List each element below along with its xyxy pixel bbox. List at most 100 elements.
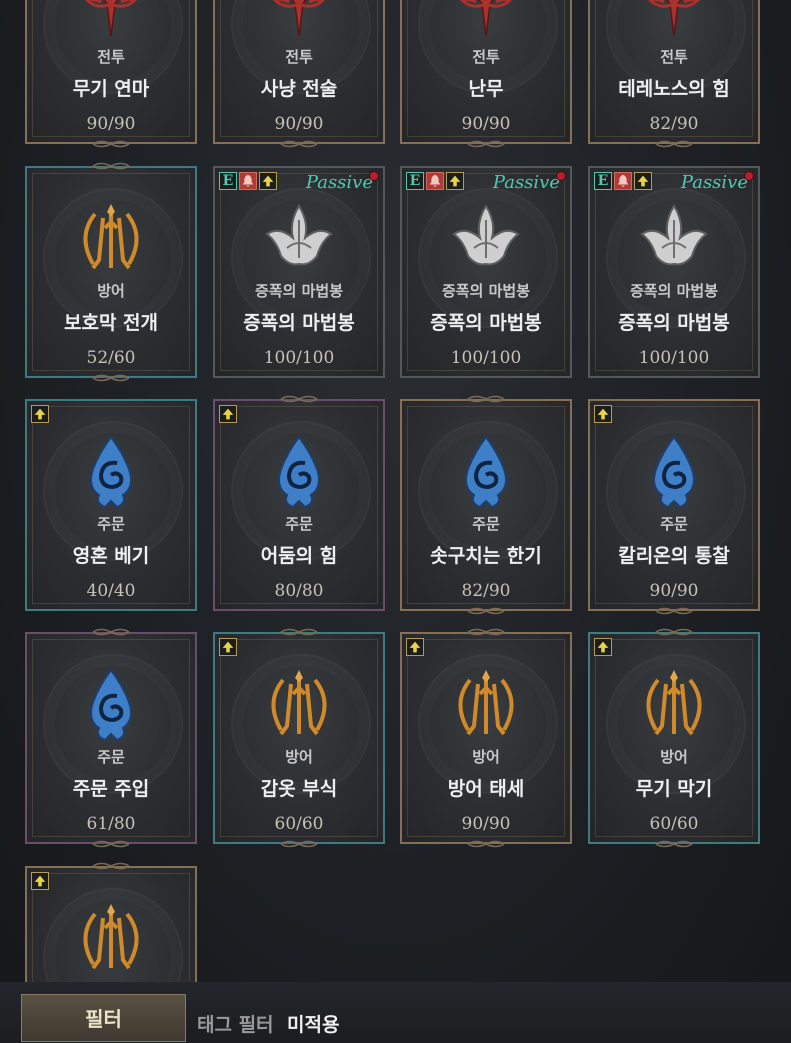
- filter-button[interactable]: 필터: [21, 994, 186, 1042]
- e-badge: E: [406, 172, 424, 190]
- knot-ornament: [654, 606, 694, 616]
- knot-ornament: [279, 627, 319, 637]
- knot-ornament: [654, 627, 694, 637]
- skill-card-armor-corrosion[interactable]: 방어 갑옷 부식 60/60: [213, 632, 385, 844]
- crimson-tree-icon: [446, 0, 526, 44]
- knot-ornament: [466, 139, 506, 149]
- blue-spiral-flame-icon: [634, 431, 714, 511]
- skill-grid: 전투 무기 연마 90/90 전투 사냥 전술 90/90 전투 난무 90/9…: [0, 0, 791, 990]
- skill-card-amplify-wand-1[interactable]: E Passive 증폭의 마법봉 증폭의 마법봉 100/100: [213, 166, 385, 378]
- e-badge: E: [219, 172, 237, 190]
- up-arrow-icon: [31, 405, 49, 423]
- up-arrow-icon: [219, 638, 237, 656]
- card-name: 갑옷 부식: [260, 778, 338, 800]
- card-category: 증폭의 마법봉: [254, 282, 344, 300]
- card-name: 테레노스의 힘: [618, 78, 730, 100]
- skill-card-weapon-block[interactable]: 방어 무기 막기 60/60: [588, 632, 760, 844]
- silver-lotus-icon: [259, 198, 339, 278]
- card-rank: 80/80: [274, 581, 324, 601]
- card-name: 주문 주입: [72, 778, 150, 800]
- tag-badges: E: [406, 172, 464, 190]
- blue-spiral-flame-icon: [259, 431, 339, 511]
- bell-icon: [239, 172, 257, 190]
- knot-ornament: [654, 139, 694, 149]
- up-arrow-icon: [219, 405, 237, 423]
- card-rank: 82/90: [649, 114, 699, 134]
- golden-sword-wings-icon: [71, 898, 151, 978]
- up-arrow-icon: [594, 405, 612, 423]
- card-name: 무기 연마: [72, 78, 150, 100]
- tag-filter-value[interactable]: 미적용: [287, 1010, 339, 1037]
- skill-card-insight-of-kalion[interactable]: 주문 칼리온의 통찰 90/90: [588, 399, 760, 611]
- up-arrow-icon: [634, 172, 652, 190]
- card-category: 방어: [285, 748, 313, 766]
- knot-ornament: [91, 861, 131, 871]
- skill-card-hunting-tactics[interactable]: 전투 사냥 전술 90/90: [213, 0, 385, 144]
- card-rank: 60/60: [649, 814, 699, 834]
- card-name: 보호막 전개: [63, 312, 158, 334]
- skill-card-soul-slash[interactable]: 주문 영혼 베기 40/40: [25, 399, 197, 611]
- card-name: 칼리온의 통찰: [618, 545, 730, 567]
- card-name: 증폭의 마법봉: [243, 312, 355, 334]
- skill-card-strength-of-terenos[interactable]: 전투 테레노스의 힘 82/90: [588, 0, 760, 144]
- skill-card-barrier-deploy[interactable]: 방어 보호막 전개 52/60: [25, 166, 197, 378]
- card-name: 방어 태세: [447, 778, 525, 800]
- card-category: 방어: [660, 748, 688, 766]
- silver-lotus-icon: [634, 198, 714, 278]
- card-rank: 61/80: [86, 814, 136, 834]
- card-category: 방어: [97, 282, 125, 300]
- card-category: 증폭의 마법봉: [629, 282, 719, 300]
- card-rank: 90/90: [86, 114, 136, 134]
- tag-filter-label: 태그 필터: [197, 1014, 274, 1036]
- golden-sword-wings-icon: [71, 198, 151, 278]
- card-category: 주문: [660, 515, 688, 533]
- silver-lotus-icon: [446, 198, 526, 278]
- skill-card-amplify-wand-2[interactable]: E Passive 증폭의 마법봉 증폭의 마법봉 100/100: [400, 166, 572, 378]
- skill-card-defense-partial[interactable]: 방어: [25, 866, 197, 990]
- card-category: 방어: [472, 748, 500, 766]
- card-rank: 90/90: [461, 814, 511, 834]
- card-name: 무기 막기: [635, 778, 713, 800]
- card-rank: 82/90: [461, 581, 511, 601]
- notification-dot: [744, 171, 754, 181]
- skill-card-spell-infusion[interactable]: 주문 주문 주입 61/80: [25, 632, 197, 844]
- notification-dot: [556, 171, 566, 181]
- skill-card-rampage[interactable]: 전투 난무 90/90: [400, 0, 572, 144]
- card-category: 증폭의 마법봉: [441, 282, 531, 300]
- bell-icon: [426, 172, 444, 190]
- tag-badges: [219, 638, 237, 656]
- card-name: 증폭의 마법봉: [618, 312, 730, 334]
- card-category: 주문: [472, 515, 500, 533]
- knot-ornament: [91, 839, 131, 849]
- card-rank: 90/90: [274, 114, 324, 134]
- card-rank: 100/100: [450, 348, 522, 368]
- card-category: 주문: [285, 515, 313, 533]
- crimson-tree-icon: [71, 0, 151, 44]
- tag-badges: [594, 638, 612, 656]
- knot-ornament: [466, 627, 506, 637]
- skill-card-power-of-darkness[interactable]: 주문 어둠의 힘 80/80: [213, 399, 385, 611]
- card-category: 전투: [97, 48, 125, 66]
- card-category: 전투: [660, 48, 688, 66]
- card-rank: 60/60: [274, 814, 324, 834]
- skill-card-surging-frost[interactable]: 주문 솟구치는 한기 82/90: [400, 399, 572, 611]
- card-name: 솟구치는 한기: [430, 545, 542, 567]
- bell-icon: [614, 172, 632, 190]
- card-name: 난무: [468, 78, 504, 100]
- blue-spiral-flame-icon: [446, 431, 526, 511]
- knot-ornament: [91, 161, 131, 171]
- tag-badges: [406, 638, 424, 656]
- knot-ornament: [279, 394, 319, 404]
- up-arrow-icon: [594, 638, 612, 656]
- card-category: 전투: [285, 48, 313, 66]
- card-rank: 90/90: [649, 581, 699, 601]
- skill-card-amplify-wand-3[interactable]: E Passive 증폭의 마법봉 증폭의 마법봉 100/100: [588, 166, 760, 378]
- skill-card-defensive-stance[interactable]: 방어 방어 태세 90/90: [400, 632, 572, 844]
- tag-badges: E: [594, 172, 652, 190]
- passive-label: Passive: [492, 172, 560, 193]
- blue-spiral-flame-icon: [71, 431, 151, 511]
- passive-label: Passive: [305, 172, 373, 193]
- skill-card-weapon-honing[interactable]: 전투 무기 연마 90/90: [25, 0, 197, 144]
- card-rank: 90/90: [461, 114, 511, 134]
- up-arrow-icon: [259, 172, 277, 190]
